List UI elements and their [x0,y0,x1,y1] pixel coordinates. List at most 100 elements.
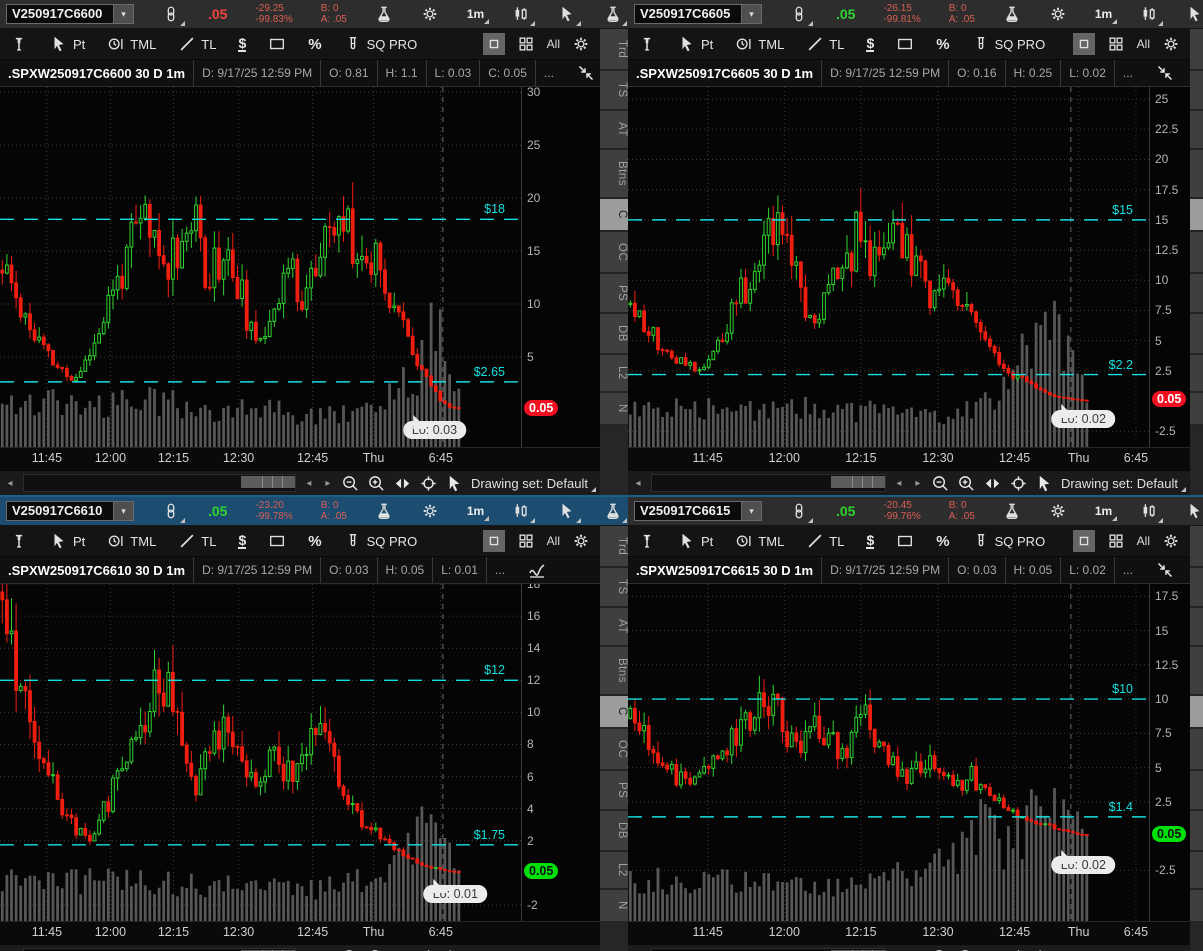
pin-icon[interactable] [638,35,656,53]
chart-plot[interactable]: $18 $2.65 Lo: 0.03 [0,87,521,447]
chart-scrollbar[interactable] [23,474,296,492]
interval-button[interactable]: 1m [1095,7,1118,24]
step-right-arrow[interactable]: ▸ [322,478,334,489]
tml-tool[interactable]: TML [107,35,156,53]
chart-style-icon[interactable] [512,5,536,26]
zoom-in-icon[interactable] [957,948,976,951]
cursor-mode-icon[interactable] [445,474,464,493]
drawing-set-selector[interactable]: Drawing set: Default [471,476,597,492]
sqpro-tool[interactable]: SQ PRO [344,35,417,53]
link-icon[interactable] [790,5,813,26]
interval-button[interactable]: 1m [1095,504,1118,521]
sidebar-tab-l2[interactable]: L2 [1190,355,1203,394]
toolbar-gear-icon[interactable] [572,35,590,53]
all-button[interactable]: All [547,37,560,51]
crosshair-icon[interactable] [419,948,438,951]
sidebar-tab-db[interactable]: DB [600,811,628,853]
price-level-tool[interactable]: $ [866,533,875,549]
pointer-tool[interactable]: Pt [678,35,713,53]
step-left-arrow[interactable]: ◂ [303,478,315,489]
sidebar-tab-at[interactable]: AT [600,111,628,150]
link-icon[interactable] [162,502,185,523]
time-axis[interactable]: 11:45 12:00 12:15 12:30 12:45 Thu 6:45 [628,921,1190,944]
rectangle-tool-icon[interactable] [268,35,286,53]
sidebar-tab-ts[interactable]: TS [1190,71,1203,112]
zoom-in-icon[interactable] [367,474,386,493]
tml-tool[interactable]: TML [735,35,784,53]
studies-flask2-icon[interactable] [604,5,628,26]
fit-width-icon[interactable] [983,948,1002,951]
sidebar-tab-at[interactable]: AT [1190,608,1203,647]
crosshair-icon[interactable] [1009,948,1028,951]
link-icon[interactable] [790,502,813,523]
sidebar-tab-oc[interactable]: OC [600,231,628,274]
tml-tool[interactable]: TML [735,532,784,550]
sidebar-tab-trd[interactable]: Trd [600,29,628,72]
grid-view-icon[interactable] [517,35,535,53]
time-axis[interactable]: 11:45 12:00 12:15 12:30 12:45 Thu 6:45 [0,921,600,944]
cursor-mode-icon[interactable] [1035,948,1054,951]
percent-tool[interactable]: % [936,533,949,550]
sidebar-tab-db[interactable]: DB [1190,314,1203,356]
studies-flask-icon[interactable] [1003,502,1021,520]
sidebar-tab-db[interactable]: DB [600,314,628,356]
percent-tool[interactable]: % [308,36,321,53]
header-collapse-icon[interactable] [1155,60,1175,86]
all-button[interactable]: All [1137,37,1150,51]
sidebar-tab-ts[interactable]: TS [600,71,628,112]
sidebar-tab-btns[interactable]: Btns [1190,149,1203,199]
settings-gear-icon[interactable] [1049,502,1067,520]
single-view-button[interactable] [482,33,505,55]
grid-view-icon[interactable] [1107,532,1125,550]
rectangle-tool-icon[interactable] [268,532,286,550]
step-right-arrow[interactable]: ▸ [912,478,924,489]
symbol-input[interactable]: V250917C6600 [6,4,113,24]
symbol-dropdown-button[interactable]: ▾ [113,501,134,521]
price-level-tool[interactable]: $ [866,36,875,52]
sidebar-tab-c[interactable]: C [600,695,628,729]
sqpro-tool[interactable]: SQ PRO [972,532,1045,550]
chart-style-icon[interactable] [1140,502,1164,523]
toolbar-gear-icon[interactable] [1162,532,1180,550]
price-level-tool[interactable]: $ [238,36,247,52]
sidebar-tab-ts[interactable]: TS [1190,568,1203,609]
single-view-button[interactable] [482,530,505,552]
percent-tool[interactable]: % [308,533,321,550]
sidebar-tab-ps[interactable]: PS [1190,273,1203,315]
cursor-tool-icon[interactable] [558,502,582,523]
toolbar-gear-icon[interactable] [572,532,590,550]
sidebar-tab-c[interactable]: C [1190,198,1203,232]
cursor-tool-icon[interactable] [1186,502,1203,520]
crosshair-icon[interactable] [419,474,438,493]
symbol-dropdown-button[interactable]: ▾ [741,4,762,24]
rectangle-tool-icon[interactable] [896,35,914,53]
trendline-tool[interactable]: TL [178,532,216,550]
zoom-out-icon[interactable] [931,474,950,493]
trendline-tool[interactable]: TL [806,532,844,550]
symbol-input[interactable]: V250917C6610 [6,501,113,521]
zoom-in-icon[interactable] [367,948,386,951]
sqpro-tool[interactable]: SQ PRO [972,35,1045,53]
studies-flask-icon[interactable] [1003,5,1021,23]
sidebar-tab-btns[interactable]: Btns [600,149,628,199]
fit-width-icon[interactable] [393,948,412,951]
chart-style-icon[interactable] [1140,5,1164,26]
sidebar-tab-c[interactable]: C [600,198,628,232]
single-view-button[interactable] [1072,530,1095,552]
sidebar-tab-db[interactable]: DB [1190,811,1203,853]
sidebar-tab-l2[interactable]: L2 [600,355,628,394]
cursor-mode-icon[interactable] [445,948,464,951]
sidebar-tab-trd[interactable]: Trd [1190,29,1203,72]
fit-width-icon[interactable] [393,474,412,493]
settings-gear-icon[interactable] [421,502,439,520]
sidebar-tab-btns[interactable]: Btns [600,646,628,696]
chart-plot[interactable]: $10 $1.4 Lo: 0.02 [628,584,1149,921]
sidebar-tab-c[interactable]: C [1190,695,1203,729]
sidebar-tab-ps[interactable]: PS [1190,770,1203,812]
chart-style-icon[interactable] [512,502,536,523]
percent-tool[interactable]: % [936,36,949,53]
sidebar-tab-ps[interactable]: PS [600,273,628,315]
step-left-arrow[interactable]: ◂ [893,478,905,489]
interval-button[interactable]: 1m [467,7,490,24]
studies-flask2-icon[interactable] [604,502,628,523]
